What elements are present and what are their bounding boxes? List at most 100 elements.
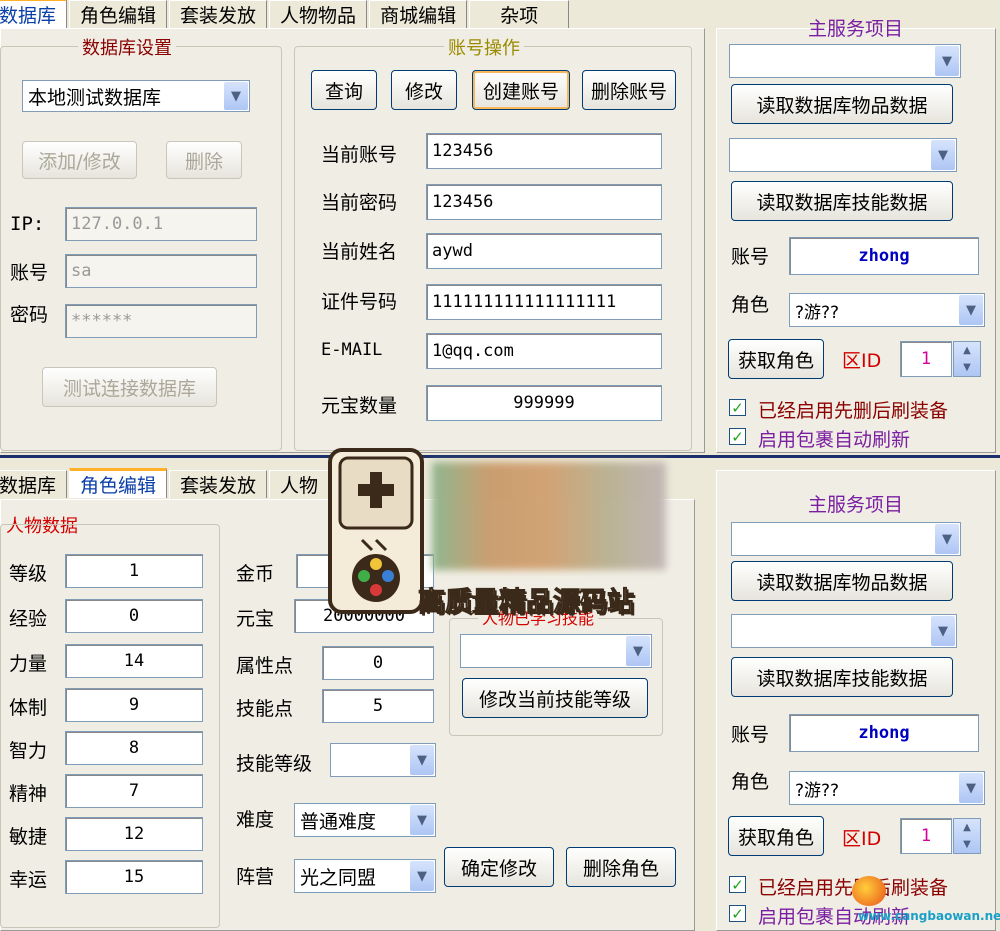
confirm-modify-button[interactable]: 确定修改	[444, 847, 554, 887]
db-add-button[interactable]: 添加/修改	[22, 141, 137, 179]
top-chk2-label: 启用包裹自动刷新	[758, 429, 911, 451]
current-account-field[interactable]: 123456	[426, 133, 662, 169]
yuanbao-label: 元宝	[236, 608, 275, 630]
top-skill-select[interactable]: ▼	[729, 138, 957, 172]
difficulty-select[interactable]: 普通难度 ▼	[294, 803, 436, 837]
yuanbao-amount-field[interactable]: 999999	[426, 385, 662, 421]
current-name-field[interactable]: aywd	[426, 233, 662, 269]
db-delete-button[interactable]: 删除	[166, 141, 242, 179]
bottom-chk2-box[interactable]: ✓	[729, 905, 746, 923]
bottom-service-role-select[interactable]: ?游?? ▼	[789, 771, 985, 805]
current-password-label: 当前密码	[321, 192, 398, 214]
email-field[interactable]: 1@qq.com	[426, 333, 662, 369]
stat-exp-field[interactable]: 0	[65, 599, 203, 633]
stat-intelligence-field[interactable]: 8	[65, 731, 203, 765]
top-service-account-field[interactable]: zhong	[789, 237, 979, 275]
attr-points-field[interactable]: 0	[322, 646, 434, 680]
yuanbao-amount-label: 元宝数量	[321, 395, 398, 417]
top-service-role-label: 角色	[731, 294, 770, 316]
top-zone-field[interactable]: 1	[900, 341, 952, 377]
skill-level-label: 技能等级	[236, 753, 313, 775]
bottom-zone-spinner[interactable]: ▲ ▼	[953, 818, 981, 854]
chevron-down-icon: ▼	[410, 745, 434, 775]
top-tab-suit[interactable]: 套装发放	[169, 0, 268, 28]
faction-value: 光之同盟	[300, 866, 377, 889]
chevron-down-icon: ▼	[931, 140, 955, 170]
difficulty-label: 难度	[236, 809, 275, 831]
top-chk1-box[interactable]: ✓	[729, 399, 746, 417]
db-test-button[interactable]: 测试连接数据库	[42, 367, 217, 407]
create-account-button[interactable]: 创建账号	[472, 70, 570, 110]
db-select[interactable]: 本地测试数据库 ▼	[22, 80, 250, 112]
bottom-tab-character[interactable]: 角色编辑	[69, 468, 168, 498]
bottom-tab-suit[interactable]: 套装发放	[169, 470, 268, 498]
top-service-role-select[interactable]: ?游?? ▼	[789, 293, 985, 327]
bottom-read-items-button[interactable]: 读取数据库物品数据	[731, 561, 953, 601]
chevron-down-icon: ▼	[410, 861, 434, 891]
bottom-get-role-button[interactable]: 获取角色	[728, 816, 824, 856]
learned-skills-select[interactable]: ▼	[460, 634, 652, 668]
top-read-items-button[interactable]: 读取数据库物品数据	[731, 84, 953, 124]
db-user-label: 账号	[10, 262, 49, 284]
bottom-skill-select[interactable]: ▼	[731, 614, 957, 648]
db-ip-field[interactable]: 127.0.0.1	[65, 207, 257, 241]
top-chk2-box[interactable]: ✓	[729, 428, 746, 446]
stat-level-field[interactable]: 1	[65, 554, 203, 588]
bottom-service-account-field[interactable]: zhong	[789, 714, 979, 752]
bottom-read-skills-button[interactable]: 读取数据库技能数据	[731, 657, 953, 697]
stat-strength-field[interactable]: 14	[65, 644, 203, 678]
difficulty-value: 普通难度	[300, 810, 377, 833]
top-tab-items[interactable]: 人物物品	[269, 0, 368, 28]
db-pass-label: 密码	[10, 304, 49, 326]
stat-agility-field[interactable]: 12	[65, 817, 203, 851]
email-label: E-MAIL	[321, 340, 383, 360]
chevron-down-icon: ▼	[931, 616, 955, 646]
top-zone-spinner[interactable]: ▲ ▼	[953, 341, 981, 377]
skill-points-field[interactable]: 5	[322, 689, 434, 723]
top-tab-misc[interactable]: 杂项	[469, 0, 570, 28]
id-number-field[interactable]: 111111111111111111	[426, 284, 662, 320]
chevron-down-icon: ▼	[935, 46, 959, 76]
skill-level-select[interactable]: ▼	[330, 743, 436, 777]
watermark-text: 高质量精品源码站	[418, 587, 635, 619]
delete-account-button[interactable]: 删除账号	[582, 70, 676, 110]
top-chk1-label: 已经启用先删后刷装备	[758, 400, 949, 422]
faction-select[interactable]: 光之同盟 ▼	[294, 859, 436, 893]
stat-level-label: 等级	[9, 563, 48, 585]
blurred-overlay	[432, 462, 666, 570]
modify-skill-level-button[interactable]: 修改当前技能等级	[462, 678, 648, 718]
query-button[interactable]: 查询	[311, 70, 377, 110]
stat-exp-label: 经验	[9, 608, 48, 630]
db-user-field[interactable]: sa	[65, 254, 257, 288]
stat-spirit-field[interactable]: 7	[65, 774, 203, 808]
top-tab-mall[interactable]: 商城编辑	[369, 0, 468, 28]
bottom-tab-database[interactable]: 数据库	[0, 470, 68, 498]
bottom-zone-field[interactable]: 1	[900, 818, 952, 854]
stat-constitution-field[interactable]: 9	[65, 688, 203, 722]
top-read-skills-button[interactable]: 读取数据库技能数据	[731, 181, 953, 221]
bottom-service-account-label: 账号	[731, 724, 770, 746]
top-service-account-label: 账号	[731, 246, 770, 268]
current-password-field[interactable]: 123456	[426, 184, 662, 220]
id-number-label: 证件号码	[321, 291, 398, 313]
attr-points-label: 属性点	[236, 655, 294, 677]
chevron-down-icon: ▼	[935, 524, 959, 554]
db-ip-label: IP:	[10, 213, 45, 235]
top-tab-database[interactable]: 数据库	[0, 0, 68, 28]
bottom-tab-items[interactable]: 人物	[269, 470, 330, 498]
bottom-item-select[interactable]: ▼	[731, 522, 961, 556]
chevron-down-icon: ▼	[410, 805, 434, 835]
stat-luck-field[interactable]: 15	[65, 860, 203, 894]
current-name-label: 当前姓名	[321, 241, 398, 263]
db-pass-field[interactable]: ******	[65, 304, 257, 338]
delete-role-button[interactable]: 删除角色	[566, 847, 676, 887]
top-tabbar: 数据库 角色编辑 套装发放 人物物品 商城编辑 杂项	[0, 0, 571, 28]
stat-agility-label: 敏捷	[9, 826, 48, 848]
modify-button[interactable]: 修改	[391, 70, 457, 110]
top-get-role-button[interactable]: 获取角色	[728, 339, 824, 379]
top-tab-character[interactable]: 角色编辑	[69, 0, 168, 28]
top-item-select[interactable]: ▼	[729, 44, 961, 78]
bottom-chk1-box[interactable]: ✓	[729, 876, 746, 894]
chevron-down-icon: ▼	[224, 82, 248, 110]
chevron-down-icon: ▼	[959, 773, 983, 803]
